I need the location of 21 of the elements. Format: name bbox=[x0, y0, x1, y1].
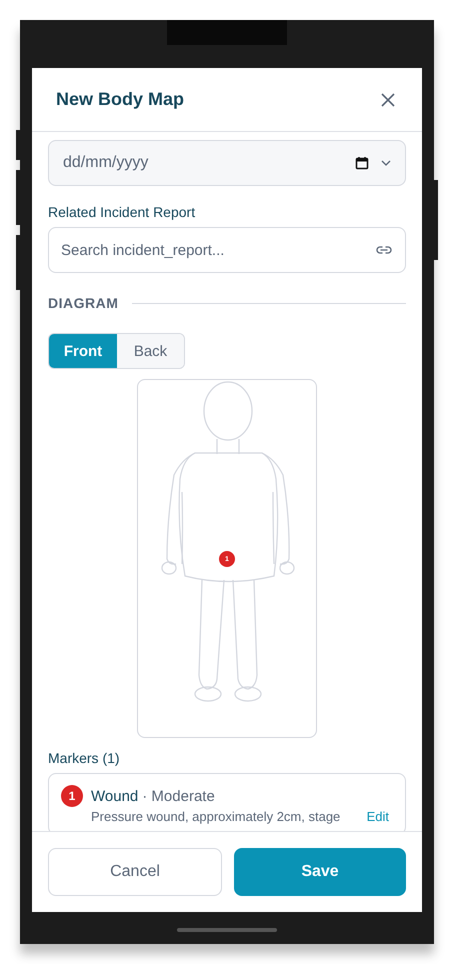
save-button[interactable]: Save bbox=[234, 848, 406, 896]
edit-link[interactable]: Edit bbox=[366, 809, 389, 824]
marker-description: Pressure wound, approximately 2cm, stage bbox=[91, 809, 340, 824]
cancel-button[interactable]: Cancel bbox=[48, 848, 222, 896]
search-field[interactable]: Search incident_report... bbox=[48, 227, 406, 273]
view-tab[interactable]: Back bbox=[117, 334, 184, 368]
marker-number-badge: 1 bbox=[61, 785, 83, 807]
marker-type: Wound bbox=[91, 788, 138, 804]
date-placeholder: dd/mm/yyyy bbox=[63, 154, 148, 172]
link-icon bbox=[376, 245, 392, 255]
marker-card[interactable]: 1 Wound · Moderate Pressure wound, approximately 2cm, stage Edit bbox=[48, 773, 406, 831]
date-field[interactable]: dd/mm/yyyy bbox=[48, 140, 406, 186]
section-heading: DIAGRAM bbox=[48, 295, 118, 311]
close-icon bbox=[381, 92, 395, 106]
view-tab[interactable]: Front bbox=[49, 334, 117, 368]
calendar-icon bbox=[355, 156, 369, 170]
field-label: Related Incident Report bbox=[48, 204, 196, 220]
marker-severity: · Moderate bbox=[142, 788, 215, 804]
chevron-down-icon bbox=[381, 160, 391, 166]
dialog-title: New Body Map bbox=[56, 89, 184, 110]
markers-heading: Markers (1) bbox=[48, 750, 121, 766]
